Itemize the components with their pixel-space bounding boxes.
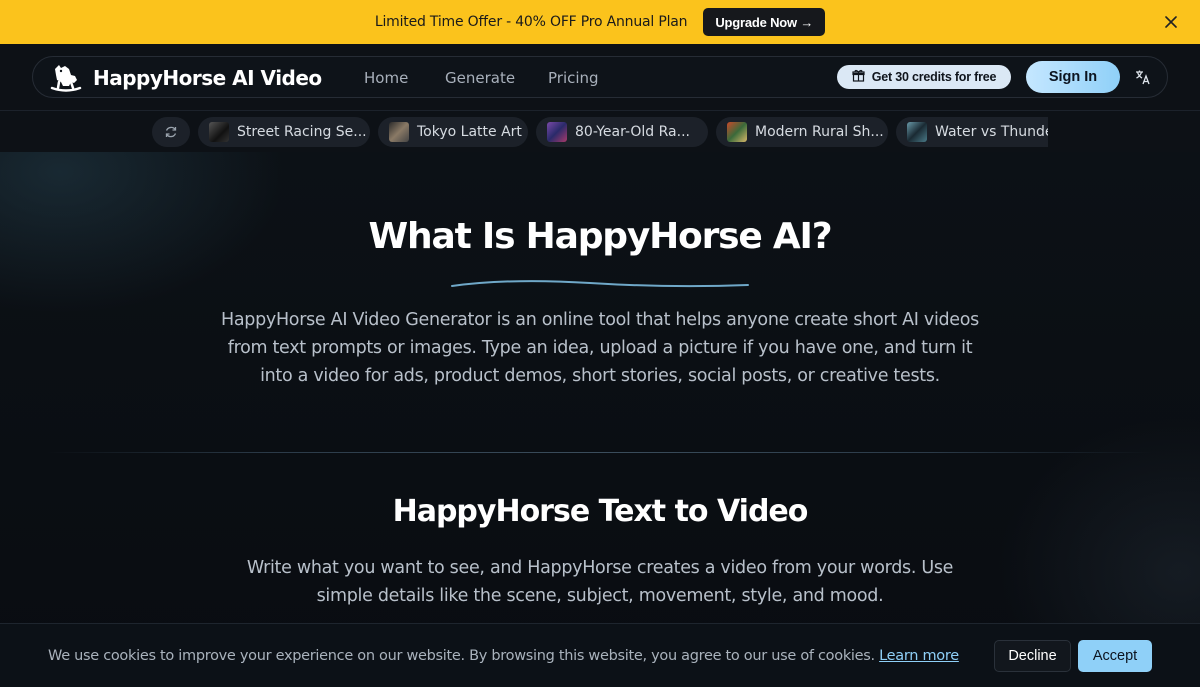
section-body-what-is: HappyHorse AI Video Generator is an onli… bbox=[220, 310, 980, 386]
gift-icon bbox=[852, 69, 865, 85]
credits-label: Get 30 credits for free bbox=[871, 70, 997, 84]
chip-thumbnail bbox=[907, 122, 927, 142]
accept-button[interactable]: Accept bbox=[1078, 640, 1152, 672]
upgrade-now-button[interactable]: Upgrade Now → bbox=[703, 8, 826, 36]
chip-80-year-old[interactable]: 80-Year-Old Ra... bbox=[536, 117, 708, 147]
section-body-text-to-video: Write what you want to see, and HappyHor… bbox=[246, 558, 954, 606]
learn-more-link[interactable]: Learn more bbox=[879, 648, 959, 664]
chip-label: Street Racing Se... bbox=[237, 124, 367, 140]
chip-water-vs-thunder[interactable]: Water vs Thunde... bbox=[896, 117, 1048, 147]
nav-pricing[interactable]: Pricing bbox=[548, 69, 599, 87]
cookie-message: We use cookies to improve your experienc… bbox=[48, 648, 875, 664]
nav-home[interactable]: Home bbox=[364, 69, 408, 87]
section-title-text-to-video: HappyHorse Text to Video bbox=[392, 494, 809, 529]
chip-label: 80-Year-Old Ra... bbox=[575, 124, 690, 140]
cookie-text: We use cookies to improve your experienc… bbox=[48, 648, 959, 664]
decline-button[interactable]: Decline bbox=[994, 640, 1071, 672]
chip-label: Tokyo Latte Art bbox=[417, 124, 522, 140]
section-divider bbox=[48, 452, 1152, 453]
chip-label: Water vs Thunde... bbox=[935, 124, 1048, 140]
close-icon[interactable] bbox=[1162, 13, 1180, 31]
horse-logo-icon[interactable] bbox=[49, 61, 83, 93]
refresh-icon[interactable] bbox=[152, 117, 190, 147]
cookie-banner: We use cookies to improve your experienc… bbox=[0, 623, 1200, 687]
chip-thumbnail bbox=[389, 122, 409, 142]
promo-text: Limited Time Offer - 40% OFF Pro Annual … bbox=[374, 14, 688, 30]
example-chips: Street Racing Se... Tokyo Latte Art 80-Y… bbox=[152, 117, 1048, 148]
chip-tokyo-latte[interactable]: Tokyo Latte Art bbox=[378, 117, 528, 147]
section-title-what-is: What Is HappyHorse AI? bbox=[368, 216, 833, 257]
chip-modern-rural[interactable]: Modern Rural Sh... bbox=[716, 117, 888, 147]
chip-label: Modern Rural Sh... bbox=[755, 124, 884, 140]
chip-thumbnail bbox=[727, 122, 747, 142]
chip-thumbnail bbox=[547, 122, 567, 142]
promo-banner: Limited Time Offer - 40% OFF Pro Annual … bbox=[0, 0, 1200, 44]
nav-generate[interactable]: Generate bbox=[445, 69, 515, 87]
brand-name[interactable]: HappyHorse AI Video bbox=[93, 66, 322, 90]
get-credits-button[interactable]: Get 30 credits for free bbox=[837, 65, 1011, 89]
navbar: HappyHorse AI Video Home Generate Pricin… bbox=[32, 56, 1168, 98]
chip-thumbnail bbox=[209, 122, 229, 142]
chip-street-racing[interactable]: Street Racing Se... bbox=[198, 117, 370, 147]
sign-in-button[interactable]: Sign In bbox=[1026, 61, 1120, 93]
header-divider bbox=[0, 110, 1200, 111]
translate-icon[interactable] bbox=[1132, 67, 1154, 87]
title-underline-squiggle bbox=[451, 280, 749, 288]
